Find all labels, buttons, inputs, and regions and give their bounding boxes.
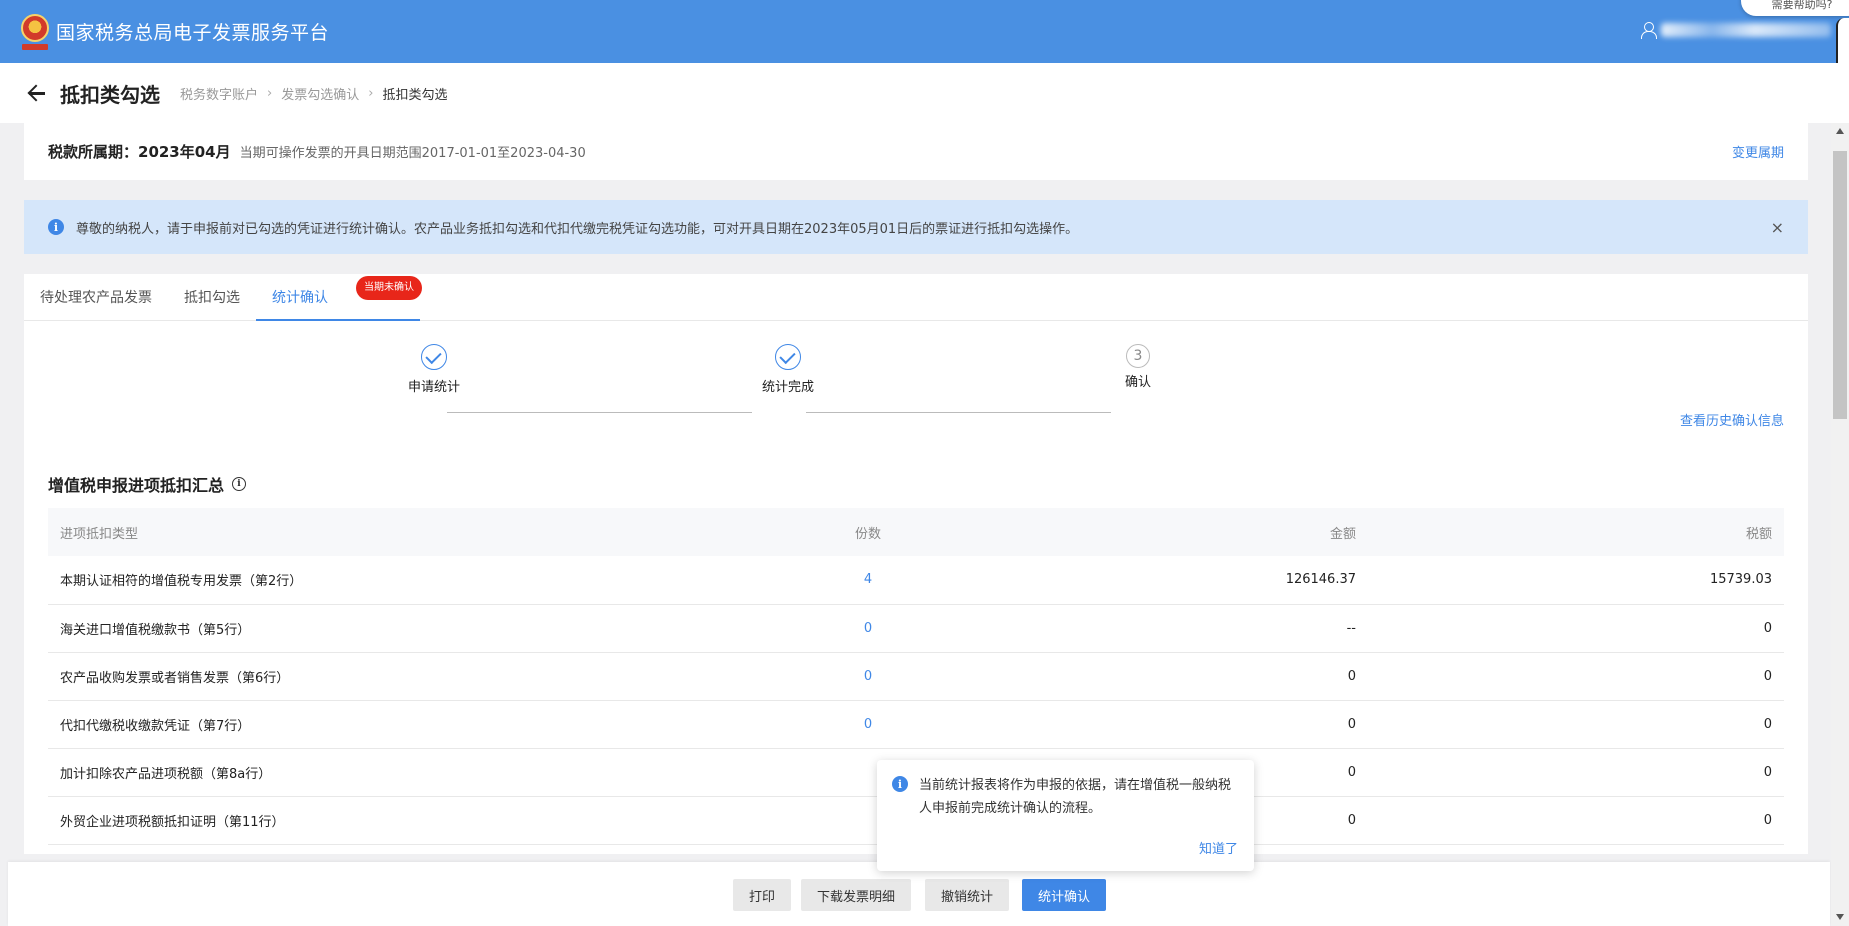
step-connector (447, 412, 752, 413)
tip-popover: i 当前统计报表将作为申报的依据，请在增值税一般纳税人申报前完成统计确认的流程。… (877, 760, 1254, 871)
step-connector (806, 412, 1111, 413)
row-tax: 0 (1368, 796, 1784, 845)
row-type: 加计扣除农产品进项税额（第8a行） (48, 748, 748, 797)
row-count-link[interactable]: 0 (748, 604, 988, 653)
print-button[interactable]: 打印 (733, 879, 792, 911)
help-bubble[interactable]: 需要帮助吗? (1741, 0, 1849, 16)
scrollbar-thumb[interactable] (1833, 151, 1847, 419)
user-menu[interactable] (1641, 22, 1831, 39)
page-title: 抵扣类勾选 (60, 82, 160, 107)
tab-label: 统计确认 (272, 289, 328, 306)
table-row: 农产品收购发票或者销售发票（第6行） 0 0 0 (48, 652, 1784, 701)
user-icon (1641, 22, 1657, 39)
progress-steps: 申请统计 统计完成 3 确认 (24, 321, 1808, 451)
breadcrumb-item[interactable]: 发票勾选确认 (281, 84, 359, 103)
top-bar: 国家税务总局电子发票服务平台 需要帮助吗? (0, 0, 1849, 110)
close-icon[interactable]: × (1771, 218, 1784, 237)
history-confirm-link[interactable]: 查看历史确认信息 (1680, 410, 1784, 429)
row-tax: 0 (1368, 604, 1784, 653)
tab-deduction-select[interactable]: 抵扣勾选 (168, 274, 256, 320)
date-range-text: 当期可操作发票的开具日期范围2017-01-01至2023-04-30 (239, 146, 586, 161)
row-type: 海关进口增值税缴款书（第5行） (48, 604, 748, 653)
user-name-blurred (1661, 23, 1831, 37)
change-period-link[interactable]: 变更属期 (1732, 142, 1784, 161)
tab-pending-agri-invoices[interactable]: 待处理农产品发票 (24, 274, 168, 320)
row-tax: 0 (1368, 700, 1784, 749)
row-type: 代扣代缴税收缴款凭证（第7行） (48, 700, 748, 749)
chevron-right-icon: › (267, 85, 273, 101)
info-icon: i (48, 219, 64, 235)
platform-title: 国家税务总局电子发票服务平台 (56, 22, 330, 44)
row-amount: 0 (988, 652, 1368, 701)
notice-text: 尊敬的纳税人，请于申报前对已勾选的凭证进行统计确认。农产品业务抵扣勾选和代扣代缴… (76, 221, 1079, 237)
confirm-statistics-button[interactable]: 统计确认 (1022, 879, 1107, 911)
breadcrumb-item[interactable]: 税务数字账户 (180, 84, 258, 103)
page-scrollbar[interactable] (1831, 123, 1849, 926)
row-tax: 0 (1368, 652, 1784, 701)
notice-banner: i 尊敬的纳税人，请于申报前对已勾选的凭证进行统计确认。农产品业务抵扣勾选和代扣… (24, 200, 1808, 254)
page-header: 抵扣类勾选 税务数字账户 › 发票勾选确认 › 抵扣类勾选 (0, 63, 1849, 123)
check-icon (775, 344, 801, 370)
row-count-link[interactable]: 4 (748, 556, 988, 605)
column-header: 份数 (748, 508, 988, 556)
step-label: 统计完成 (761, 380, 814, 395)
revoke-statistics-button[interactable]: 撤销统计 (925, 879, 1010, 911)
row-type: 农产品收购发票或者销售发票（第6行） (48, 652, 748, 701)
got-it-button[interactable]: 知道了 (1199, 838, 1238, 857)
column-header: 进项抵扣类型 (48, 508, 748, 556)
summary-title-text: 增值税申报进项抵扣汇总 (48, 476, 225, 495)
row-tax: 0 (1368, 748, 1784, 797)
step-label: 申请统计 (407, 380, 460, 395)
summary-title: 增值税申报进项抵扣汇总 i (48, 472, 247, 496)
tax-period-label: 税款所属期：2023年04月 (48, 143, 231, 161)
step-apply-statistics: 申请统计 (389, 344, 479, 395)
tab-label: 抵扣勾选 (184, 289, 240, 306)
status-badge: 当期未确认 (356, 276, 422, 300)
step-statistics-done: 统计完成 (738, 344, 838, 395)
table-row: 代扣代缴税收缴款凭证（第7行） 0 0 0 (48, 700, 1784, 749)
row-count-link[interactable]: 0 (748, 652, 988, 701)
tab-bar: 待处理农产品发票 抵扣勾选 统计确认 当期未确认 (24, 274, 1808, 321)
scroll-down-icon[interactable] (1836, 914, 1844, 920)
row-type: 本期认证相符的增值税专用发票（第2行） (48, 556, 748, 605)
info-outline-icon[interactable]: i (232, 477, 247, 491)
table-row: 海关进口增值税缴款书（第5行） 0 -- 0 (48, 604, 1784, 653)
breadcrumb: 税务数字账户 › 发票勾选确认 › 抵扣类勾选 (180, 84, 447, 103)
back-arrow-icon[interactable] (27, 83, 47, 103)
column-header: 金额 (988, 508, 1368, 556)
check-icon (421, 344, 447, 370)
table-row: 本期认证相符的增值税专用发票（第2行） 4 126146.37 15739.03 (48, 556, 1784, 605)
tip-message: 当前统计报表将作为申报的依据，请在增值税一般纳税人申报前完成统计确认的流程。 (919, 778, 1232, 816)
row-count-link[interactable]: 0 (748, 700, 988, 749)
row-type: 外贸企业进项税额抵扣证明（第11行） (48, 796, 748, 845)
tab-label: 待处理农产品发票 (40, 289, 152, 306)
tax-emblem-logo (21, 13, 51, 50)
breadcrumb-current: 抵扣类勾选 (382, 87, 448, 103)
row-amount: 0 (988, 700, 1368, 749)
footer-action-bar: 打印 下载发票明细 撤销统计 统计确认 (8, 862, 1830, 926)
download-details-button[interactable]: 下载发票明细 (801, 879, 912, 911)
row-amount: 126146.37 (988, 556, 1368, 605)
chevron-right-icon: › (368, 85, 374, 101)
step-number: 3 (1126, 344, 1150, 368)
tax-period-card: 税款所属期：2023年04月 当期可操作发票的开具日期范围2017-01-01至… (24, 123, 1808, 180)
step-confirm: 3 确认 (1098, 344, 1178, 390)
step-label: 确认 (1124, 375, 1151, 390)
scroll-up-icon[interactable] (1836, 128, 1844, 134)
table-header-row: 进项抵扣类型 份数 金额 税额 (48, 508, 1784, 556)
column-header: 税额 (1368, 508, 1784, 556)
tab-statistics-confirm[interactable]: 统计确认 当期未确认 (256, 274, 422, 321)
row-amount: -- (988, 604, 1368, 653)
info-icon: i (892, 776, 908, 792)
row-tax: 15739.03 (1368, 556, 1784, 605)
